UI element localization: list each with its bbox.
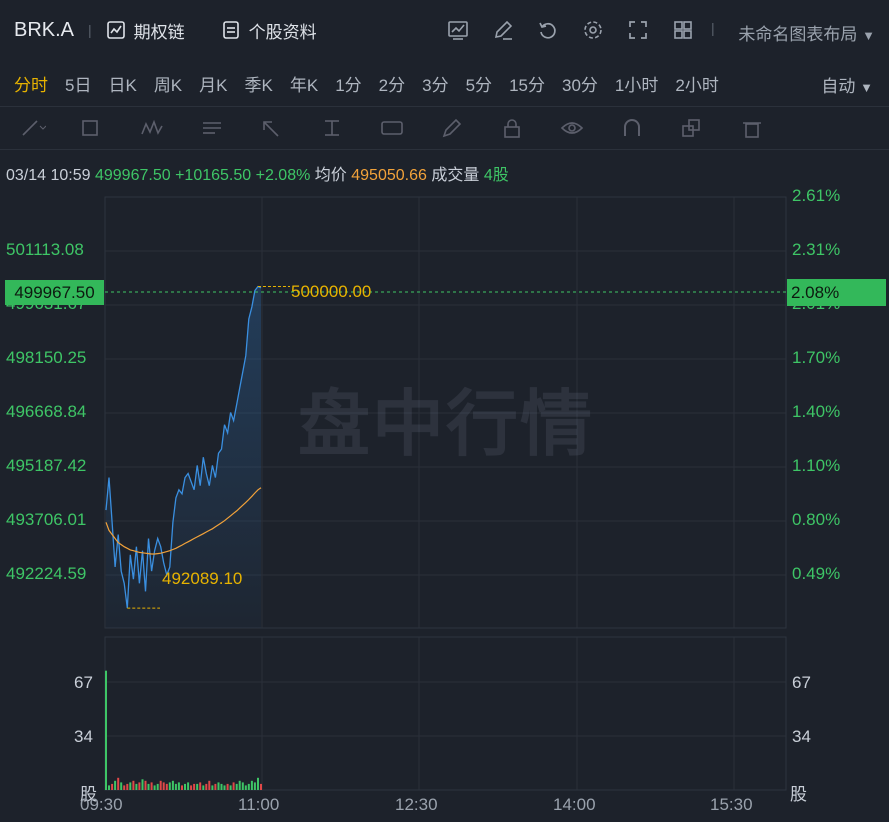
price-axis-label: 496668.84	[6, 402, 87, 421]
volume-bar	[111, 783, 114, 790]
volume-bar	[205, 783, 208, 790]
volume-bar	[117, 777, 120, 790]
volume-bar	[162, 782, 165, 790]
volume-bar	[108, 785, 110, 790]
volume-bar	[260, 783, 262, 790]
current-pct-tag: 2.08%	[787, 279, 886, 306]
volume-bar	[120, 782, 123, 790]
volume-bar	[190, 785, 193, 790]
percent-axis-label: 2.61%	[792, 186, 841, 205]
volume-bar	[223, 785, 226, 790]
volume-bar	[123, 785, 126, 790]
volume-bar	[114, 780, 117, 790]
volume-bar	[244, 785, 247, 790]
volume-axis-label: 67	[74, 673, 93, 692]
percent-axis-label: 1.70%	[792, 348, 841, 367]
volume-bar	[232, 782, 235, 790]
time-label: 14:00	[553, 795, 596, 814]
volume-bar	[217, 782, 220, 790]
volume-bar	[181, 785, 183, 790]
volume-bar	[168, 782, 171, 790]
volume-bar	[156, 783, 159, 790]
volume-bar	[147, 783, 150, 790]
volume-bar	[214, 783, 217, 790]
percent-axis-label: 2.31%	[792, 240, 841, 259]
volume-bar	[129, 782, 132, 790]
volume-bar	[226, 783, 229, 790]
volume-bar	[184, 783, 186, 790]
volume-bar	[241, 782, 244, 790]
price-axis-label: 493706.01	[6, 510, 87, 529]
percent-axis-label: 1.40%	[792, 402, 841, 421]
volume-bar	[174, 783, 177, 790]
volume-bar	[199, 782, 202, 790]
price-axis-label: 492224.59	[6, 564, 87, 583]
volume-bar	[247, 783, 250, 790]
percent-axis-label: 1.10%	[792, 456, 841, 475]
time-label: 09:30	[80, 795, 123, 814]
time-label: 15:30	[710, 795, 753, 814]
volume-bar	[211, 785, 214, 790]
percent-axis-label: 0.80%	[792, 510, 841, 529]
volume-bar	[220, 783, 223, 790]
volume-panel-frame	[104, 636, 787, 791]
volume-bar	[144, 780, 147, 790]
volume-axis-label-right: 67	[792, 673, 811, 692]
volume-bar	[150, 782, 153, 790]
volume-bar	[138, 782, 141, 790]
volume-axis-label: 34	[74, 727, 93, 746]
volume-bar	[253, 782, 256, 790]
volume-bar	[196, 783, 199, 790]
volume-unit-label-right: 股	[790, 785, 807, 804]
volume-bar	[250, 780, 253, 790]
volume-bar	[105, 670, 107, 790]
volume-bar	[159, 780, 162, 790]
low-price-annotation: 492089.10	[162, 569, 243, 588]
time-label: 11:00	[238, 795, 280, 814]
volume-bar	[135, 783, 138, 790]
volume-bar	[257, 777, 259, 790]
volume-bar	[235, 783, 238, 790]
volume-bar	[193, 783, 196, 790]
current-price-tag: 499967.50	[5, 280, 104, 305]
volume-bar	[177, 782, 180, 790]
price-axis-label: 495187.42	[6, 456, 87, 475]
price-axis-label: 498150.25	[6, 348, 87, 367]
volume-bar	[153, 785, 156, 790]
high-price-annotation: 500000.00	[291, 282, 372, 301]
volume-bar	[126, 783, 129, 790]
watermark: 盘中行情	[298, 385, 595, 465]
volume-axis-label-right: 34	[792, 727, 811, 746]
volume-bar	[141, 779, 144, 790]
time-label: 12:30	[395, 795, 438, 814]
volume-bar	[229, 785, 232, 790]
volume-bar	[208, 780, 211, 790]
volume-bar	[171, 780, 174, 790]
volume-bar	[202, 785, 205, 790]
price-axis-label: 501113.08	[6, 240, 84, 259]
volume-bar	[238, 780, 241, 790]
volume-bar	[165, 783, 168, 790]
percent-axis-label: 0.49%	[792, 564, 841, 583]
volume-bar	[132, 780, 135, 790]
volume-bar	[187, 782, 190, 790]
